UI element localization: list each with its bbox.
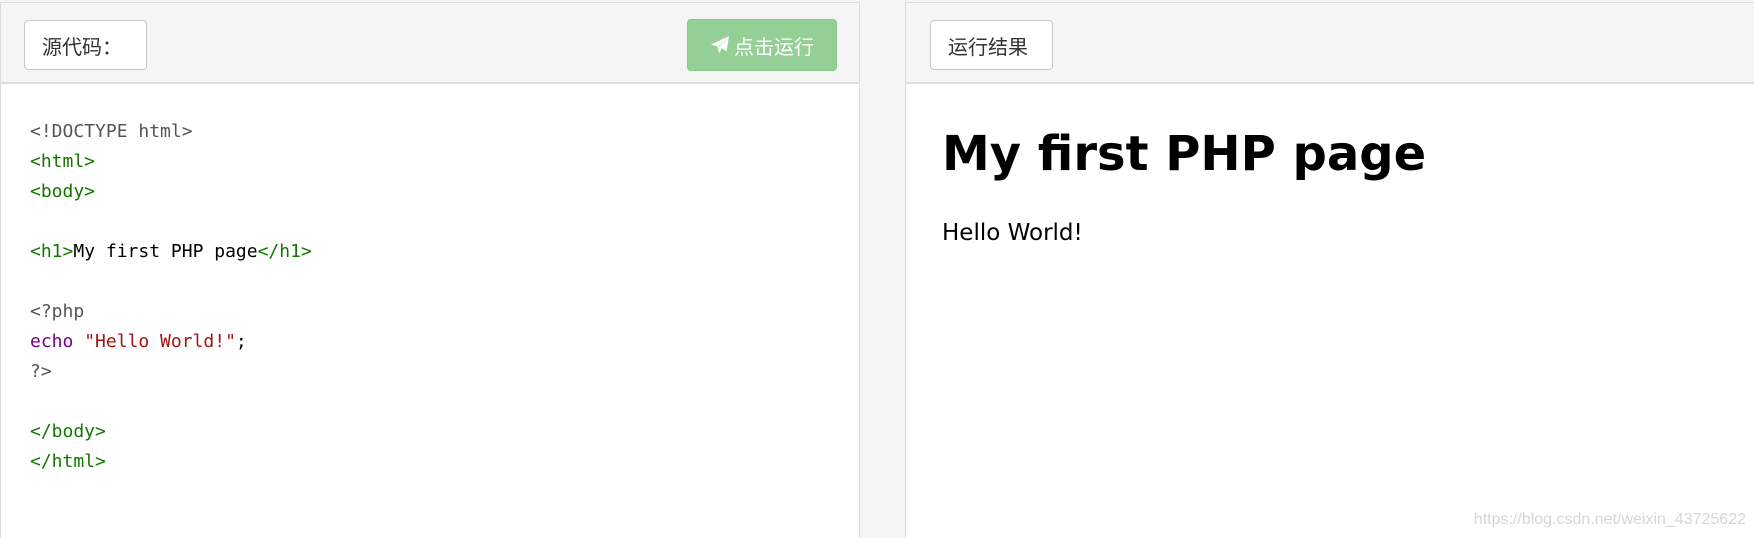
- result-panel: 运行结果 My first PHP page Hello World!: [905, 2, 1754, 538]
- source-panel-header: 源代码： 点击运行: [1, 3, 859, 84]
- code-token-tag: <h1>: [30, 241, 74, 262]
- code-token-tag: </h1>: [257, 241, 312, 262]
- code-token-meta: <!DOCTYPE html>: [30, 121, 193, 142]
- code-token-text: My first PHP page: [73, 241, 258, 262]
- code-line: </body>: [30, 417, 312, 447]
- code-line: ?>: [30, 357, 312, 387]
- result-panel-header: 运行结果: [906, 3, 1754, 84]
- paper-plane-icon: [710, 35, 730, 55]
- code-line: </html>: [30, 447, 312, 477]
- code-line: <h1>My first PHP page</h1>: [30, 237, 312, 267]
- code-token-tag: </body>: [30, 421, 106, 442]
- output-heading: My first PHP page: [942, 126, 1427, 182]
- code-token-tag: <body>: [30, 181, 96, 202]
- source-code-panel: 源代码： 点击运行 <!DOCTYPE html> <html> <body> <h1…: [0, 2, 860, 538]
- code-line: <html>: [30, 147, 312, 177]
- code-line: echo "Hello World!";: [30, 327, 312, 357]
- code-token-tag: </html>: [30, 451, 106, 472]
- run-button-label: 点击运行: [734, 34, 814, 59]
- output-text: Hello World!: [942, 220, 1083, 246]
- code-token-str: "Hello World!": [84, 331, 236, 352]
- source-code-label-button[interactable]: 源代码：: [24, 20, 147, 70]
- code-token-kw: echo: [30, 331, 74, 352]
- code-token-meta: ?>: [30, 361, 52, 382]
- code-token-punct: ;: [235, 331, 247, 352]
- result-label-button[interactable]: 运行结果: [930, 20, 1053, 70]
- code-line: <body>: [30, 177, 312, 207]
- code-editor[interactable]: <!DOCTYPE html> <html> <body> <h1>My first …: [30, 117, 312, 477]
- code-line: <!DOCTYPE html>: [30, 117, 312, 147]
- run-button[interactable]: 点击运行: [687, 19, 837, 71]
- code-line: <?php: [30, 297, 312, 327]
- watermark-text: https://blog.csdn.net/weixin_43725622: [1473, 511, 1746, 528]
- code-token-tag: <html>: [30, 151, 96, 172]
- code-token-meta: <?php: [30, 301, 85, 322]
